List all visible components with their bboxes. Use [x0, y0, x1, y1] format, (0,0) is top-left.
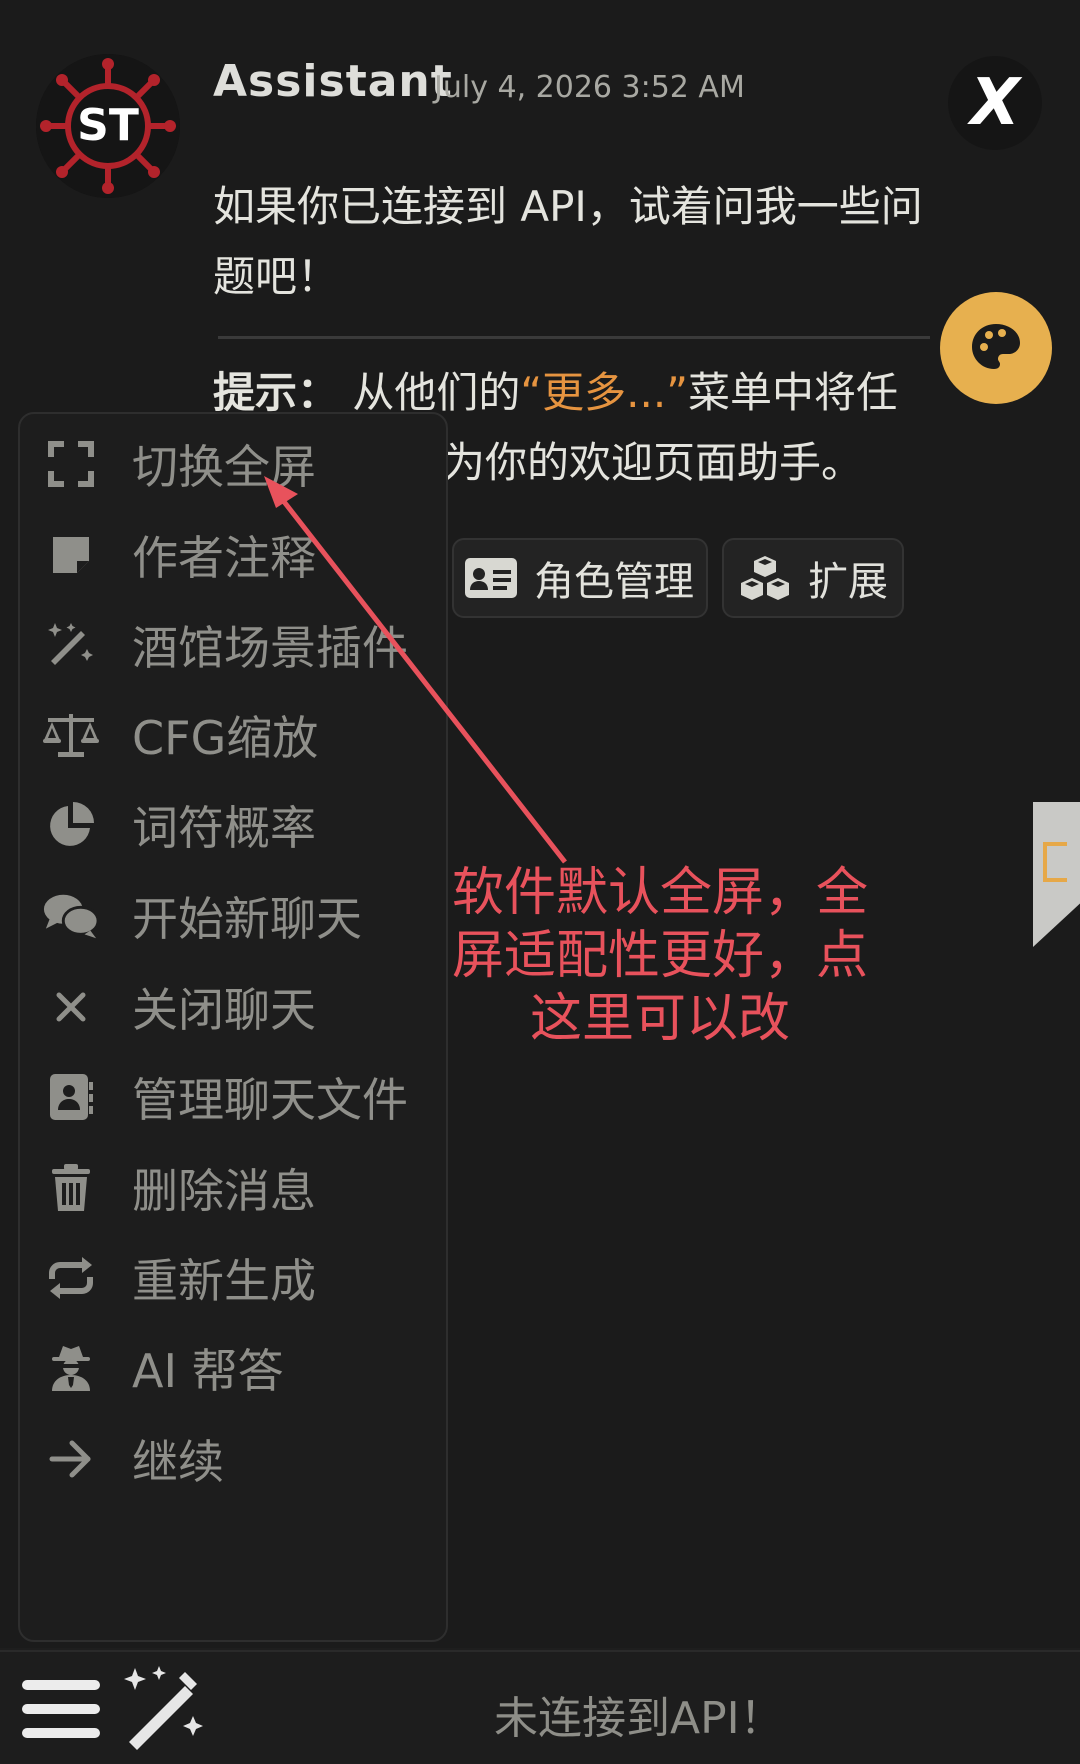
repeat-icon — [42, 1249, 100, 1307]
options-menu-button[interactable] — [22, 1674, 102, 1744]
message-author: Assistant — [213, 56, 453, 107]
avatar-text: ST — [77, 100, 139, 151]
menu-item-scene-plugin[interactable]: 酒馆场景插件 — [20, 595, 446, 695]
menu-item-cfg-scale[interactable]: CFG缩放 — [20, 685, 446, 785]
menu-item-label: CFG缩放 — [132, 711, 319, 765]
user-secret-icon — [42, 1339, 100, 1397]
menu-item-toggle-fullscreen[interactable]: 切换全屏 — [20, 414, 446, 514]
close-icon — [42, 978, 100, 1036]
message-text: 如果你已连接到 API，试着问我一些问题吧！ — [213, 182, 923, 301]
menu-item-label: 继续 — [132, 1435, 224, 1489]
address-book-icon — [42, 1068, 100, 1126]
bottom-bar: 未连接到API！ — [0, 1650, 1080, 1763]
menu-item-author-note[interactable]: 作者注释 — [20, 505, 446, 605]
hint-part1: 从他们的 — [352, 368, 521, 417]
menu-item-manage-chat-files[interactable]: 管理聊天文件 — [20, 1047, 446, 1147]
hamburger-icon-line — [22, 1704, 100, 1714]
menu-item-ai-impersonate[interactable]: AI 帮答 — [20, 1318, 446, 1418]
menu-item-label: 切换全屏 — [132, 440, 316, 494]
right-panel-tab[interactable] — [1033, 802, 1080, 947]
scale-icon — [42, 706, 100, 764]
annotation-line: 软件默认全屏，全 — [451, 863, 868, 923]
menu-item-label: 词符概率 — [132, 801, 316, 855]
menu-item-label: AI 帮答 — [132, 1344, 284, 1398]
menu-item-label: 开始新聊天 — [132, 892, 362, 946]
connection-status: 未连接到API！ — [494, 1693, 784, 1744]
annotation-line: 屏适配性更好，点 — [451, 926, 868, 986]
arrow-right-icon — [42, 1430, 100, 1488]
expand-icon — [42, 435, 100, 493]
menu-item-label: 作者注释 — [132, 531, 316, 585]
menu-item-regenerate[interactable]: 重新生成 — [20, 1228, 446, 1328]
menu-item-delete-messages[interactable]: 删除消息 — [20, 1138, 446, 1238]
extensions-button[interactable]: 扩展 — [722, 538, 904, 618]
hamburger-icon-line — [22, 1680, 100, 1690]
comments-icon — [42, 887, 100, 945]
note-icon — [42, 526, 100, 584]
x-badge[interactable]: X — [948, 56, 1042, 150]
extensions-label: 扩展 — [808, 559, 888, 605]
message-timestamp: July 4, 2026 3:52 AM — [434, 70, 745, 105]
message-divider — [218, 336, 930, 339]
menu-item-label: 管理聊天文件 — [132, 1073, 408, 1127]
character-management-button[interactable]: 角色管理 — [452, 538, 708, 618]
menu-item-label: 关闭聊天 — [132, 983, 316, 1037]
magic-wand-icon — [42, 616, 100, 674]
character-management-label: 角色管理 — [534, 559, 694, 605]
menu-item-close-chat[interactable]: 关闭聊天 — [20, 957, 446, 1057]
magic-wand-button[interactable] — [115, 1660, 215, 1760]
annotation-text: 软件默认全屏，全 屏适配性更好，点 这里可以改 — [420, 862, 900, 1051]
annotation-line: 这里可以改 — [529, 989, 790, 1049]
menu-item-label: 删除消息 — [132, 1164, 316, 1218]
magic-wand-icon — [124, 1666, 203, 1750]
trash-icon — [42, 1159, 100, 1217]
palette-button[interactable] — [940, 292, 1052, 404]
hint-prefix: 提示： — [213, 368, 340, 417]
cubes-icon — [741, 556, 789, 600]
hamburger-icon-line — [22, 1728, 100, 1738]
avatar[interactable]: ST — [36, 54, 180, 198]
panel-tab-icon — [1043, 842, 1067, 882]
menu-item-token-probabilities[interactable]: 词符概率 — [20, 775, 446, 875]
pie-chart-icon — [42, 796, 100, 854]
hint-part2: 菜单中将任 — [687, 368, 898, 417]
menu-item-new-chat[interactable]: 开始新聊天 — [20, 866, 446, 966]
menu-item-label: 重新生成 — [132, 1254, 316, 1308]
palette-icon — [972, 324, 1020, 369]
hint-highlight: “更多...” — [520, 368, 688, 417]
options-menu: 切换全屏 作者注释 酒馆场景插件 CFG缩放 词符概率 开始新聊天 关闭聊天 管… — [18, 412, 448, 1642]
id-card-icon — [465, 558, 517, 598]
avatar-logo: ST — [36, 54, 180, 198]
menu-item-continue[interactable]: 继续 — [20, 1409, 446, 1509]
menu-item-label: 酒馆场景插件 — [132, 621, 408, 675]
